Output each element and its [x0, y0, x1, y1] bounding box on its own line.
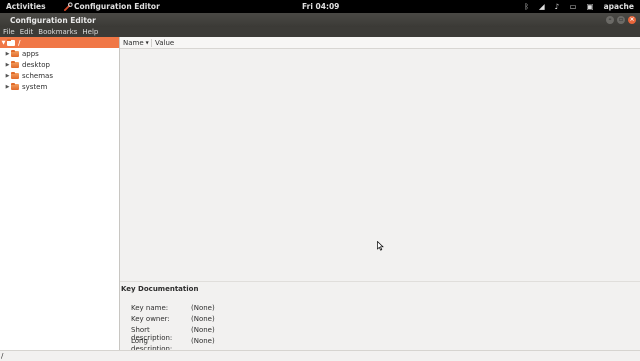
wrench-icon [64, 2, 73, 11]
expander-open-icon[interactable]: ▼ [0, 40, 7, 46]
status-path: / [1, 352, 4, 360]
menu-bar: File Edit Bookmarks Help [0, 27, 640, 37]
expander-closed-icon[interactable]: ▶ [4, 84, 11, 90]
key-list[interactable]: Name ▼ Value [120, 37, 640, 280]
maximize-button[interactable]: ▫ [617, 16, 625, 24]
menu-bookmarks[interactable]: Bookmarks [38, 28, 77, 36]
tree-item-label: schemas [22, 71, 53, 80]
app-menu[interactable]: Configuration Editor [64, 2, 160, 11]
close-button[interactable]: × [628, 16, 636, 24]
battery-icon[interactable]: ▭ [569, 2, 576, 11]
user-menu[interactable]: apache [604, 2, 634, 11]
doc-value: (None) [191, 315, 215, 323]
tree-item-system[interactable]: ▶ system [0, 81, 119, 92]
expander-closed-icon[interactable]: ▶ [4, 73, 11, 79]
tree-item-label: system [22, 82, 48, 91]
expander-closed-icon[interactable]: ▶ [4, 62, 11, 68]
minimize-button[interactable]: – [606, 16, 614, 24]
tree-item-root[interactable]: ▼ / [0, 37, 119, 48]
key-tree[interactable]: ▼ / ▶ apps ▶ desktop ▶ schemas ▶ system [0, 37, 120, 350]
bluetooth-icon[interactable]: ᛒ [524, 2, 529, 11]
list-header: Name ▼ Value [120, 37, 640, 49]
expander-closed-icon[interactable]: ▶ [4, 51, 11, 57]
clock[interactable]: Fri 04:09 [302, 2, 339, 11]
folder-icon [11, 71, 19, 79]
doc-row-key-owner: Key owner: (None) [131, 315, 215, 323]
menu-help[interactable]: Help [82, 28, 98, 36]
tree-item-apps[interactable]: ▶ apps [0, 48, 119, 59]
mouse-pointer-icon [377, 241, 384, 251]
window-title: Configuration Editor [10, 16, 96, 25]
window-title-bar[interactable]: Configuration Editor – ▫ × [0, 13, 640, 27]
top-panel: Activities Configuration Editor Fri 04:0… [0, 0, 640, 13]
volume-icon[interactable]: ♪ [555, 2, 560, 11]
folder-icon [7, 38, 15, 46]
folder-icon [11, 60, 19, 68]
tree-item-schemas[interactable]: ▶ schemas [0, 70, 119, 81]
tree-item-label: / [18, 38, 21, 47]
column-header-value[interactable]: Value [152, 39, 174, 47]
sort-down-icon: ▼ [145, 40, 149, 45]
menu-file[interactable]: File [3, 28, 15, 36]
doc-value: (None) [191, 304, 215, 312]
key-documentation-panel: Key Documentation Key name: (None) Key o… [120, 281, 640, 353]
system-tray: ᛒ ◢ ♪ ▭ ▣ apache [524, 0, 640, 13]
tree-item-desktop[interactable]: ▶ desktop [0, 59, 119, 70]
column-header-name[interactable]: Name ▼ [120, 38, 152, 47]
doc-label: Key name: [131, 304, 169, 312]
status-bar: / [0, 350, 640, 361]
user-icon[interactable]: ▣ [587, 2, 594, 11]
tree-item-label: desktop [22, 60, 50, 69]
menu-edit[interactable]: Edit [20, 28, 34, 36]
network-icon[interactable]: ◢ [539, 2, 545, 11]
folder-icon [11, 49, 19, 57]
doc-row-key-name: Key name: (None) [131, 304, 215, 312]
activities-button[interactable]: Activities [6, 2, 46, 11]
tree-item-label: apps [22, 49, 39, 58]
app-menu-label: Configuration Editor [74, 2, 160, 11]
column-header-name-label: Name [123, 38, 144, 47]
doc-label: Key owner: [131, 315, 170, 323]
documentation-heading: Key Documentation [121, 285, 199, 293]
folder-icon [11, 82, 19, 90]
